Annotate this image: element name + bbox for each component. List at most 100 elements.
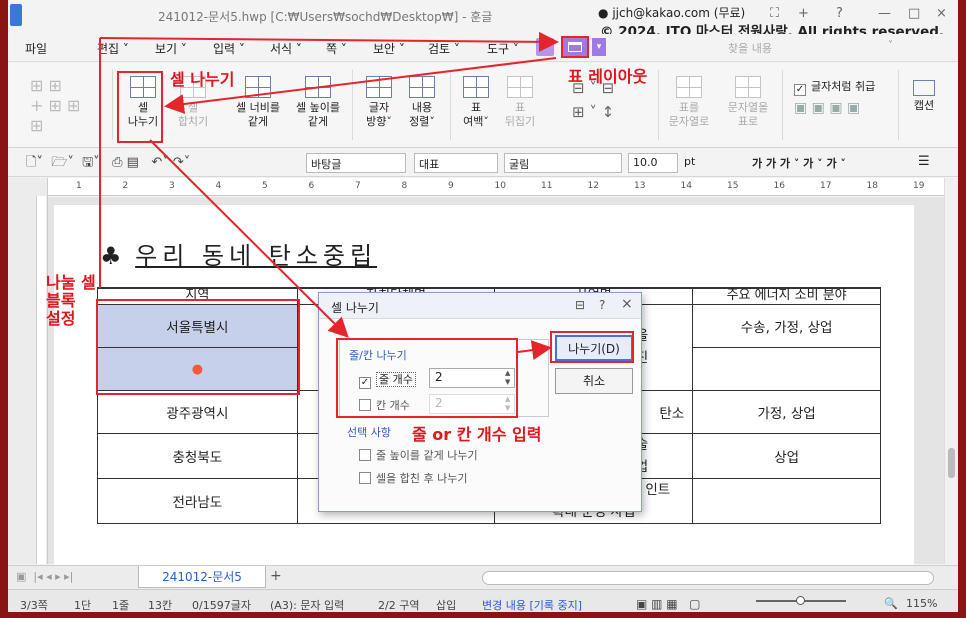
menu-review[interactable]: 검토 ˅ [428, 40, 460, 57]
font-language-combo[interactable]: 대표 [414, 153, 498, 173]
menu-security[interactable]: 보안 ˅ [373, 40, 405, 57]
text-wrap-options[interactable]: ▣ ▣ ▣ ▣ [794, 100, 860, 116]
treat-as-char-checkbox[interactable]: ✓ 글자처럼 취급 [794, 78, 875, 96]
scroll-thumb[interactable] [948, 448, 955, 478]
char-format-buttons[interactable]: 가 가 가 ˅ 가 ˅ 가 ˅ [752, 155, 846, 171]
ruler-tick-label: 17 [820, 181, 832, 191]
menu-bar [8, 34, 958, 62]
cell-use-gwangju[interactable]: 가정, 상업 [692, 389, 881, 434]
doc-heading[interactable]: ♣ 우리 동네 탄소중립 [100, 236, 377, 271]
ribbon-insert-rowcol-group[interactable]: ⊞ ⊞ + ⊞ ⊞ ⊞ [30, 76, 90, 140]
header-energy[interactable]: 주요 에너지 소비 분야 [692, 287, 881, 305]
ribbon-separator [450, 70, 451, 140]
save-icon[interactable]: 🖫˅ [82, 155, 100, 170]
add-tab-button[interactable]: + [270, 568, 282, 584]
ruler-tick-label: 9 [448, 181, 454, 191]
user-icon: ● [598, 6, 609, 20]
dialog-title-bar: 셀 나누기 ⊟ ? × [319, 293, 641, 319]
ruler-tick-label: 6 [308, 181, 315, 191]
fullscreen-icon[interactable]: ⛶ [770, 6, 779, 21]
menu-edit[interactable]: 편집 ˅ [97, 40, 129, 57]
caption-button[interactable]: 캡션 [904, 80, 944, 113]
hangul-logo-icon [10, 4, 22, 26]
ruler-tick-label: 16 [773, 181, 785, 191]
text-direction-button[interactable]: 글자 방향˅ [360, 76, 398, 129]
zoom-thumb[interactable] [796, 596, 805, 605]
cell-region-jeonnam[interactable]: 전라남도 [97, 477, 298, 524]
vertical-ruler [36, 196, 46, 564]
options-group-label: 선택 사항 [347, 426, 391, 439]
preview-icon[interactable]: ▤ [127, 155, 139, 170]
equal-width-button[interactable]: 셀 너비를 같게 [230, 76, 286, 129]
help-icon[interactable]: ? [836, 6, 843, 21]
status-insert[interactable]: 삽입 [436, 597, 456, 612]
merge-then-split-checkbox[interactable]: 셀을 합친 후 나누기 [359, 470, 467, 486]
cell-use-seoul[interactable]: 수송, 가정, 상업 [692, 303, 881, 348]
text-to-table-icon [735, 76, 761, 98]
user-account[interactable]: ● jjch@kakao.com (무료) [598, 4, 745, 21]
dialog-close-button[interactable]: × [621, 296, 633, 312]
print-icon[interactable]: ⎙ [112, 155, 122, 170]
redo-icon[interactable]: ↷˅ [173, 155, 190, 170]
zoom-level[interactable]: 115% [906, 597, 937, 610]
menu-insert[interactable]: 입력 ˅ [213, 40, 245, 57]
cancel-button[interactable]: 취소 [555, 368, 633, 394]
pin-icon[interactable]: + [798, 6, 809, 21]
menu-file[interactable]: 파일 [25, 40, 47, 57]
menu-format[interactable]: 서식 ˅ [270, 40, 302, 57]
table-layout-tab-icon[interactable] [561, 36, 589, 58]
menu-page[interactable]: 쪽 ˅ [326, 40, 347, 57]
equal-width-icon [245, 76, 271, 98]
font-unit[interactable]: pt [684, 155, 695, 168]
table-margin-button[interactable]: 표 여백˅ [456, 76, 496, 129]
content-align-button[interactable]: 내용 정렬˅ [402, 76, 442, 129]
chevron-down-icon[interactable]: ▾ [592, 38, 606, 56]
open-icon[interactable]: 🗁˅ [51, 155, 74, 170]
minimize-icon[interactable]: — [878, 6, 891, 21]
cell-region-chungbuk[interactable]: 충청북도 [97, 432, 298, 479]
tab-nav-icons[interactable]: ▣ |◂ ◂ ▸ ▸| [16, 570, 73, 583]
cell-use-empty[interactable] [692, 346, 881, 391]
table-flip-button[interactable]: 표 뒤집기 [500, 76, 540, 129]
cell-region-gwangju[interactable]: 광주광역시 [97, 389, 298, 434]
text-to-table-button[interactable]: 문자열을 표로 [720, 76, 776, 129]
cell-use-chungbuk[interactable]: 상업 [692, 432, 881, 479]
table-to-text-button[interactable]: 표를 문자열로 [664, 76, 714, 129]
club-icon: ♣ [100, 242, 122, 270]
status-track-changes[interactable]: 변경 내용 [기록 중지] [482, 597, 582, 612]
close-icon[interactable]: × [936, 6, 947, 21]
search-dropdown-icon[interactable]: ˅ [888, 40, 893, 51]
ruler-tick-label: 11 [541, 181, 553, 191]
search-field[interactable]: 찾을 내용 [728, 40, 772, 56]
ribbon-separator [352, 70, 353, 140]
vertical-scrollbar[interactable] [944, 178, 958, 564]
equal-height-icon [305, 76, 331, 98]
equal-height-label: 셀 높이를 같게 [296, 101, 340, 128]
table-design-tab-icon[interactable] [536, 38, 554, 56]
equal-height-button[interactable]: 셀 높이를 같게 [290, 76, 346, 129]
menu-view[interactable]: 보기 ˅ [155, 40, 187, 57]
font-size-input[interactable]: 10.0 [628, 153, 678, 173]
ribbon-separator [112, 70, 113, 140]
maximize-icon[interactable]: □ [908, 6, 920, 21]
align-icon[interactable]: ☰ [918, 154, 930, 169]
new-doc-icon[interactable]: 🗋˅ [26, 155, 43, 170]
dialog-help-button[interactable]: ? [599, 298, 605, 312]
cell-use-jeonnam[interactable] [692, 477, 881, 524]
undo-icon[interactable]: ↶˅ [151, 155, 168, 170]
status-page[interactable]: 3/3쪽 [20, 597, 48, 612]
equal-row-height-checkbox[interactable]: 줄 높이를 같게 나누기 [359, 447, 478, 463]
quick-access-icons[interactable]: 🗋˅ 🗁˅ 🖫˅ ⎙ ▤ ↶˅ ↷˅ [26, 153, 190, 175]
zoom-icon[interactable]: 🔍 [884, 597, 898, 610]
tab-document[interactable]: 241012-문서5 [138, 566, 266, 588]
insert-col-icon: + ⊞ ⊞ [30, 96, 81, 115]
view-mode-icons[interactable]: ▣ ▥ ▦ ▢ [636, 597, 700, 611]
style-combo[interactable]: 바탕글 [306, 153, 406, 173]
delete-cells-icon: ⊞ [30, 116, 44, 135]
font-combo[interactable]: 굴림 [504, 153, 622, 173]
menu-tools[interactable]: 도구 ˅ [487, 40, 519, 57]
zoom-slider[interactable] [756, 596, 846, 605]
table-flip-label: 표 뒤집기 [504, 101, 536, 128]
horizontal-scrollbar[interactable] [482, 571, 934, 585]
dialog-icon[interactable]: ⊟ [575, 298, 585, 312]
